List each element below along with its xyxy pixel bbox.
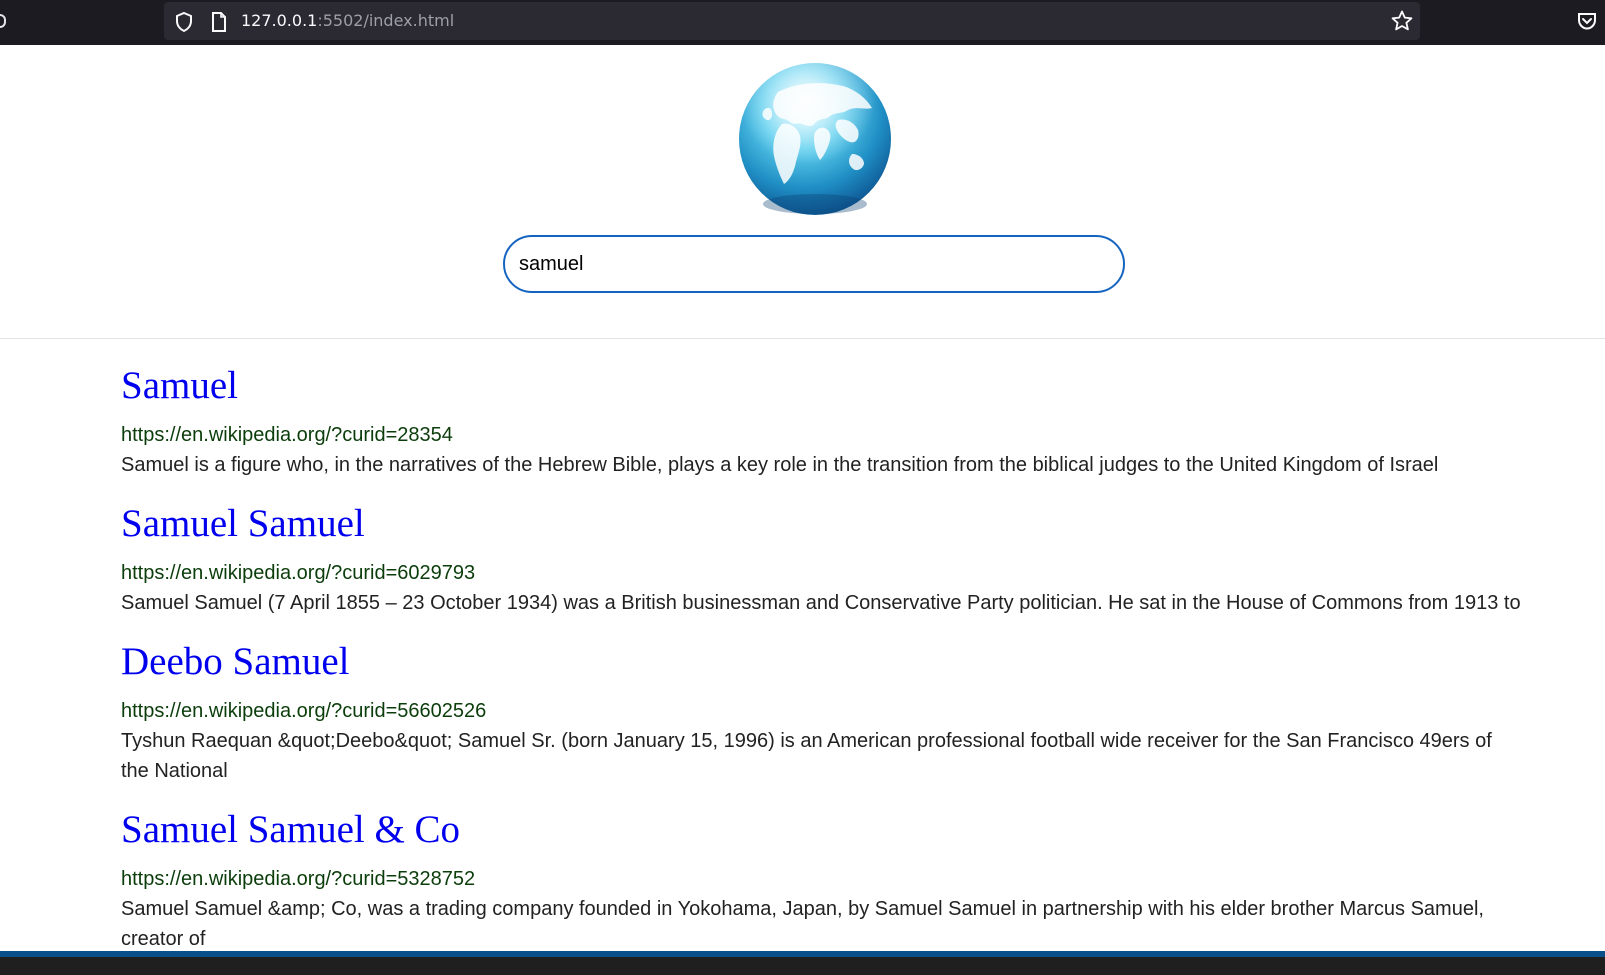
header-divider — [0, 338, 1605, 339]
taskbar — [0, 951, 1605, 975]
results-list: Samuel https://en.wikipedia.org/?curid=2… — [121, 360, 1521, 972]
result-title-link[interactable]: Samuel Samuel & Co — [121, 804, 1521, 856]
result-url: https://en.wikipedia.org/?curid=6029793 — [121, 562, 476, 584]
result-snippet: Samuel is a figure who, in the narrative… — [121, 454, 1439, 476]
shield-icon[interactable] — [174, 11, 194, 38]
result-snippet: Tyshun Raequan &quot;Deebo&quot; Samuel … — [121, 730, 1492, 782]
page-icon — [210, 11, 228, 38]
result-url: https://en.wikipedia.org/?curid=5328752 — [121, 868, 476, 890]
url-host: 127.0.0.1 — [241, 11, 318, 30]
result-item: Samuel Samuel & Co https://en.wikipedia.… — [121, 804, 1521, 954]
pocket-icon[interactable] — [1576, 10, 1598, 37]
result-url: https://en.wikipedia.org/?curid=56602526 — [121, 700, 487, 722]
result-title-link[interactable]: Samuel Samuel — [121, 498, 1521, 550]
result-title-link[interactable]: Deebo Samuel — [121, 636, 1521, 688]
reload-icon[interactable] — [0, 14, 6, 28]
url-path: :5502/index.html — [317, 11, 455, 30]
result-item: Samuel Samuel https://en.wikipedia.org/?… — [121, 498, 1521, 618]
search-input[interactable] — [503, 235, 1125, 293]
result-snippet: Samuel Samuel &amp; Co, was a trading co… — [121, 898, 1484, 950]
browser-toolbar: 127.0.0.1:5502/index.html — [0, 0, 1605, 45]
result-title-link[interactable]: Samuel — [121, 360, 1521, 412]
url-text[interactable]: 127.0.0.1:5502/index.html — [241, 11, 454, 30]
bookmark-star-icon[interactable] — [1390, 9, 1414, 38]
result-url: https://en.wikipedia.org/?curid=28354 — [121, 424, 453, 446]
result-item: Samuel https://en.wikipedia.org/?curid=2… — [121, 360, 1521, 480]
result-item: Deebo Samuel https://en.wikipedia.org/?c… — [121, 636, 1521, 786]
result-snippet: Samuel Samuel (7 April 1855 – 23 October… — [121, 592, 1521, 614]
globe-logo — [738, 62, 892, 216]
